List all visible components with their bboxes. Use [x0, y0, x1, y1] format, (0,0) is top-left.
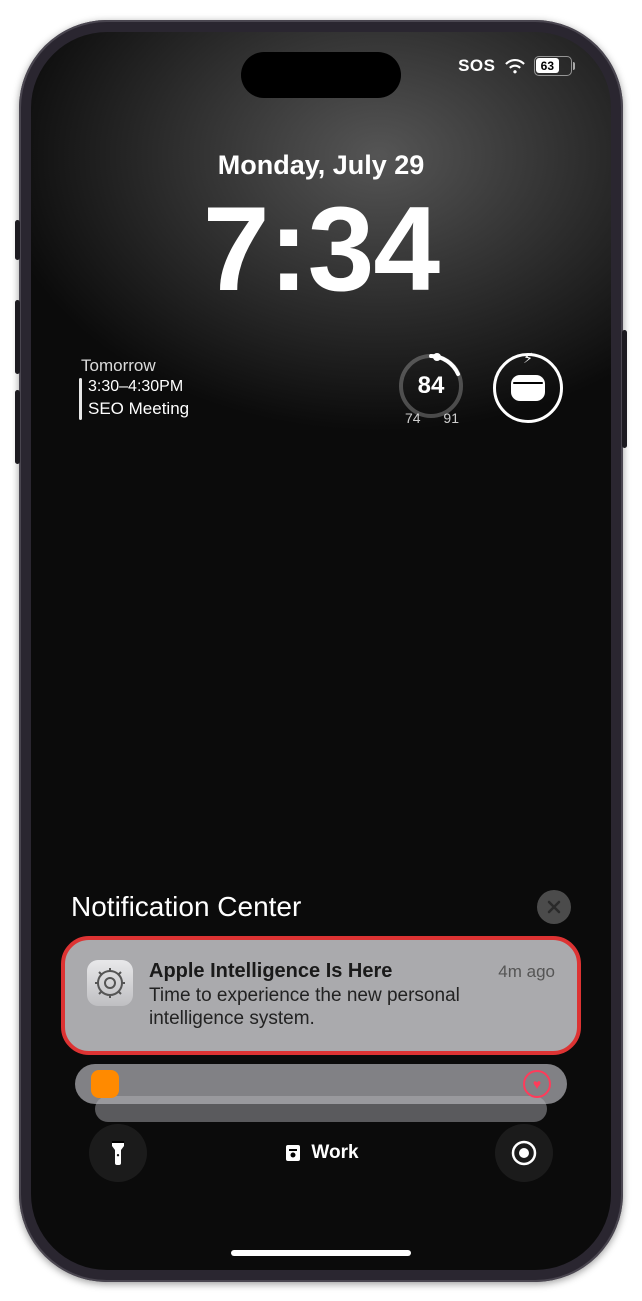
calendar-event-bar	[79, 378, 82, 420]
work-badge-icon	[283, 1143, 303, 1163]
notification-body: Time to experience the new personal inte…	[149, 984, 555, 1032]
battery-percent: 63	[541, 59, 554, 73]
volume-down-button[interactable]	[15, 390, 20, 464]
notification-card[interactable]: Apple Intelligence Is Here 4m ago Time t…	[61, 936, 581, 1056]
notification-title: Apple Intelligence Is Here	[149, 960, 392, 983]
focus-indicator[interactable]: Work	[283, 1142, 358, 1164]
flashlight-button[interactable]	[89, 1124, 147, 1182]
airpods-case-icon	[511, 375, 545, 401]
heart-icon: ♥	[523, 1070, 551, 1098]
charging-bolt-icon: ⚡︎	[523, 350, 533, 367]
lock-screen[interactable]: SOS 63 Monday, July 29 7:34 Tomorrow 3:3…	[31, 32, 611, 1270]
lock-widgets: Tomorrow 3:30–4:30PM SEO Meeting	[31, 352, 611, 424]
lock-date: Monday, July 29	[31, 150, 611, 181]
flashlight-icon	[107, 1139, 129, 1167]
dynamic-island[interactable]	[241, 52, 401, 98]
focus-label: Work	[311, 1142, 358, 1164]
wifi-icon	[504, 58, 526, 74]
airpods-battery-widget[interactable]: ⚡︎	[493, 353, 563, 423]
notification-time: 4m ago	[498, 962, 555, 982]
camera-shutter-icon	[511, 1140, 537, 1166]
lock-time: 7:34	[31, 180, 611, 318]
calendar-event-time: 3:30–4:30PM	[88, 377, 189, 398]
calendar-widget[interactable]: Tomorrow 3:30–4:30PM SEO Meeting	[79, 355, 189, 420]
home-indicator[interactable]	[231, 1250, 411, 1256]
close-icon	[546, 899, 562, 915]
battery-icon: 63	[534, 56, 576, 76]
iphone-frame: SOS 63 Monday, July 29 7:34 Tomorrow 3:3…	[19, 20, 623, 1282]
mute-switch[interactable]	[15, 220, 20, 260]
stacked-app-icon	[91, 1070, 119, 1098]
settings-app-icon	[87, 960, 133, 1006]
stacked-notification-peek[interactable]: ♥	[75, 1064, 567, 1104]
volume-up-button[interactable]	[15, 300, 20, 374]
weather-widget[interactable]: 84 74 91	[395, 352, 467, 424]
weather-high-temp: 91	[443, 410, 459, 426]
calendar-day-label: Tomorrow	[81, 355, 189, 377]
notification-center-close-button[interactable]	[537, 890, 571, 924]
notification-stack[interactable]: Apple Intelligence Is Here 4m ago Time t…	[61, 936, 581, 1056]
calendar-event-title: SEO Meeting	[88, 398, 189, 420]
status-bar: SOS 63	[458, 56, 575, 76]
sos-indicator: SOS	[458, 56, 495, 76]
weather-low-temp: 74	[405, 410, 421, 426]
notification-center-title: Notification Center	[71, 891, 301, 923]
camera-button[interactable]	[495, 1124, 553, 1182]
side-button[interactable]	[622, 330, 627, 448]
